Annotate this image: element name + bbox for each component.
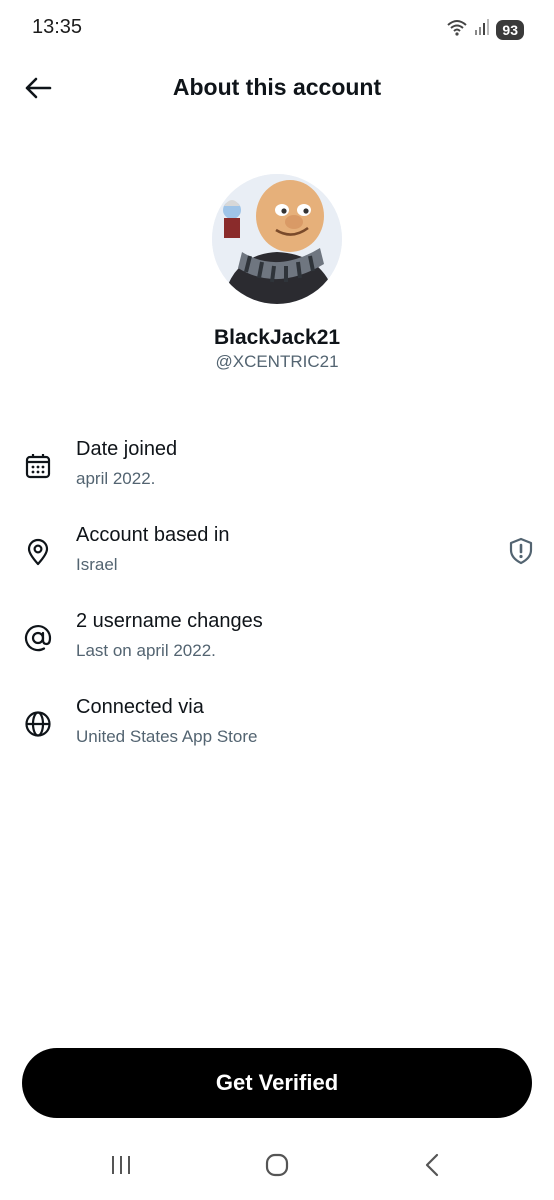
info-row-account-location: Account based in Israel <box>0 524 554 604</box>
info-subtitle: april 2022. <box>76 469 156 488</box>
info-title: Account based in <box>76 524 230 546</box>
navigation-bar <box>0 1140 554 1196</box>
status-bar: 13:35 93 <box>0 0 554 58</box>
page-title: About this account <box>172 74 382 100</box>
info-row-connected-via: Connected via United States App Store <box>0 696 554 776</box>
display-name: BlackJack21 <box>213 326 341 349</box>
info-title: Date joined <box>76 438 178 460</box>
battery-badge: 93 <box>496 19 524 40</box>
globe-icon <box>22 708 54 740</box>
avatar[interactable] <box>212 174 342 304</box>
back-nav-button[interactable] <box>412 1152 452 1182</box>
signal-icon <box>474 18 490 41</box>
home-icon <box>264 1152 290 1183</box>
recent-apps-button[interactable] <box>101 1152 141 1182</box>
info-subtitle: Israel <box>76 555 118 574</box>
home-button[interactable] <box>257 1152 297 1182</box>
status-time: 13:35 <box>32 16 83 38</box>
handle: @XCENTRIC21 <box>215 352 339 371</box>
info-title: 2 username changes <box>76 610 263 632</box>
info-subtitle: Last on april 2022. <box>76 641 216 660</box>
info-row-username-changes: 2 username changes Last on april 2022. <box>0 610 554 690</box>
status-icons: 93 <box>446 17 524 42</box>
shield-alert-icon[interactable] <box>506 536 536 566</box>
calendar-icon <box>22 450 54 482</box>
info-title: Connected via <box>76 696 204 718</box>
avatar-image <box>212 174 342 304</box>
info-row-date-joined: Date joined april 2022. <box>0 438 554 518</box>
get-verified-button[interactable]: Get Verified <box>22 1048 532 1118</box>
wifi-icon <box>446 17 468 42</box>
header: About this account <box>0 58 554 120</box>
location-pin-icon <box>22 536 54 568</box>
info-subtitle: United States App Store <box>76 727 258 746</box>
at-sign-icon <box>22 622 54 654</box>
chevron-left-icon <box>422 1152 442 1183</box>
recent-apps-icon <box>109 1153 133 1182</box>
